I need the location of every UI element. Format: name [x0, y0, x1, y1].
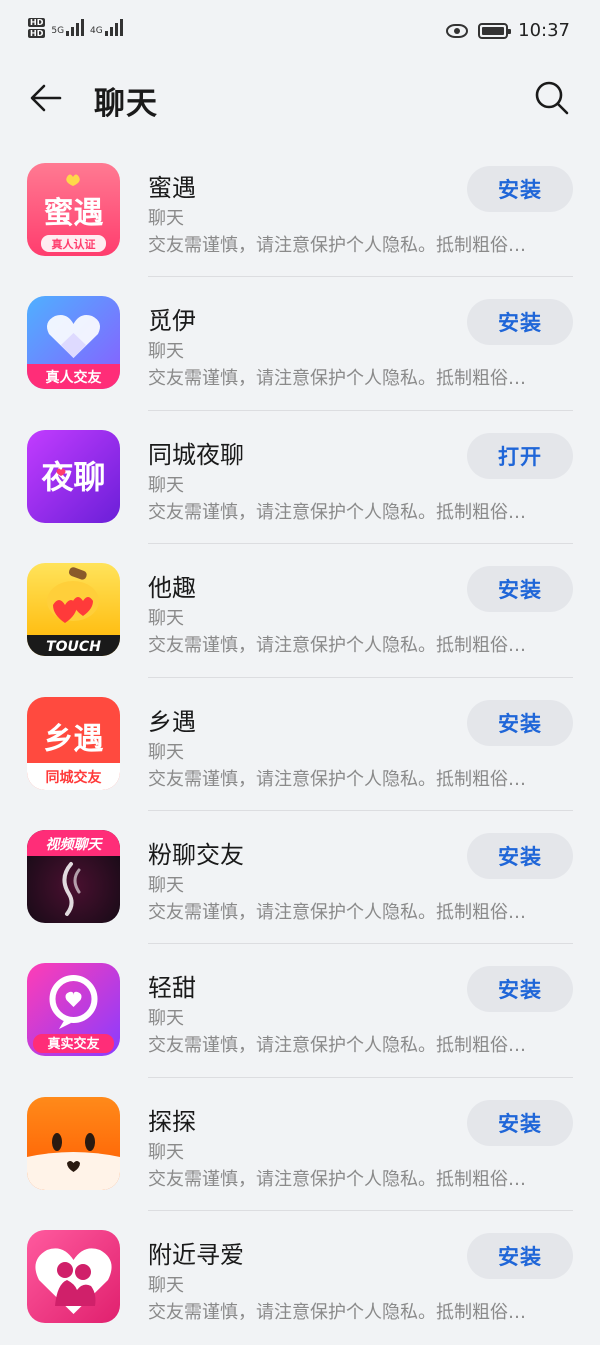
tongchengyeliao-app-icon[interactable]: 夜聊: [27, 429, 120, 523]
search-icon[interactable]: [532, 78, 572, 118]
app-row-miyi[interactable]: 真人交友 觅伊 聊天 交友需谨慎，请注意保护个人隐私。抵制粗俗… 安装: [0, 277, 600, 411]
app-name: 粉聊交友: [148, 840, 244, 869]
signal-area: HD HD 5G 4G: [28, 18, 123, 38]
app-category: 聊天: [148, 874, 184, 896]
install-button[interactable]: 安装: [467, 1099, 573, 1146]
install-button[interactable]: 安装: [467, 566, 573, 613]
install-button[interactable]: 安装: [467, 299, 573, 346]
install-button[interactable]: 安装: [467, 699, 573, 746]
app-row-fenliao[interactable]: 视频聊天 粉聊交友 聊天 交友需谨慎，请注意保护个人隐私。抵制粗俗… 安装: [0, 811, 600, 945]
xiangyu-icon-text: 乡遇: [44, 722, 104, 757]
app-row-taqu[interactable]: TOUCH 他趣 聊天 交友需谨慎，请注意保护个人隐私。抵制粗俗… 安装: [0, 544, 600, 678]
app-category: 聊天: [148, 741, 184, 763]
app-row-xiangyu[interactable]: 乡遇 同城交友 乡遇 聊天 交友需谨慎，请注意保护个人隐私。抵制粗俗… 安装: [0, 678, 600, 811]
app-category: 聊天: [148, 608, 184, 630]
app-category: 聊天: [148, 474, 184, 496]
app-description: 交友需谨慎，请注意保护个人隐私。抵制粗俗…: [148, 901, 526, 923]
app-row-fujinxunai[interactable]: 附近寻爱 聊天 交友需谨慎，请注意保护个人隐私。抵制粗俗… 安装: [0, 1211, 600, 1344]
app-category: 聊天: [148, 1141, 184, 1163]
app-name: 探探: [148, 1107, 196, 1136]
app-description: 交友需谨慎，请注意保护个人隐私。抵制粗俗…: [148, 635, 526, 657]
install-button[interactable]: 安装: [467, 1233, 573, 1280]
clock: 10:37: [518, 20, 570, 41]
header: 聊天: [0, 64, 600, 134]
back-arrow-icon[interactable]: [26, 78, 66, 118]
install-button[interactable]: 安装: [467, 966, 573, 1013]
miyi-icon-subtext: 真人交友: [46, 369, 102, 386]
signal-bars-icon: [104, 18, 123, 36]
app-description: 交友需谨慎，请注意保护个人隐私。抵制粗俗…: [148, 1168, 526, 1190]
signal-1: 5G: [51, 18, 85, 36]
page-title: 聊天: [94, 86, 158, 122]
miyu-icon-text: 蜜遇: [44, 196, 104, 231]
app-description: 交友需谨慎，请注意保护个人隐私。抵制粗俗…: [148, 1035, 526, 1057]
app-name: 同城夜聊: [148, 440, 244, 469]
install-button[interactable]: 安装: [467, 832, 573, 879]
status-bar: HD HD 5G 4G 10:37: [0, 0, 600, 64]
app-name: 乡遇: [148, 707, 196, 736]
net1-label: 5G: [51, 26, 65, 36]
xiangyu-app-icon[interactable]: 乡遇 同城交友: [27, 696, 120, 790]
sim-indicators: HD HD: [28, 18, 46, 38]
app-description: 交友需谨慎，请注意保护个人隐私。抵制粗俗…: [148, 235, 526, 256]
app-row-miyu[interactable]: 蜜遇 真人认证 蜜遇 聊天 交友需谨慎，请注意保护个人隐私。抵制粗俗… 安装: [0, 144, 600, 278]
fenliao-app-icon[interactable]: 视频聊天: [27, 829, 120, 923]
taqu-icon-text: TOUCH: [46, 639, 101, 655]
open-button[interactable]: 打开: [467, 432, 573, 479]
qingtian-app-icon[interactable]: 真实交友: [27, 963, 120, 1057]
app-name: 附近寻爱: [148, 1241, 244, 1270]
app-category: 聊天: [148, 1008, 184, 1030]
app-row-qingtian[interactable]: 真实交友 轻甜 聊天 交友需谨慎，请注意保护个人隐私。抵制粗俗… 安装: [0, 944, 600, 1078]
miyi-app-icon[interactable]: 真人交友: [27, 296, 120, 390]
app-description: 交友需谨慎，请注意保护个人隐私。抵制粗俗…: [148, 1302, 526, 1324]
app-name: 蜜遇: [148, 174, 196, 202]
app-description: 交友需谨慎，请注意保护个人隐私。抵制粗俗…: [148, 768, 526, 790]
app-description: 交友需谨慎，请注意保护个人隐私。抵制粗俗…: [148, 368, 526, 390]
xiangyu-icon-subtext: 同城交友: [46, 769, 102, 786]
app-name: 他趣: [148, 574, 196, 603]
yeliao-icon-text: 夜聊: [40, 458, 105, 496]
app-category: 聊天: [148, 341, 184, 363]
battery-icon: [478, 22, 512, 39]
app-list: 蜜遇 真人认证 蜜遇 聊天 交友需谨慎，请注意保护个人隐私。抵制粗俗… 安装 真…: [0, 144, 600, 1345]
app-row-tongchengyeliao[interactable]: 夜聊 同城夜聊 聊天 交友需谨慎，请注意保护个人隐私。抵制粗俗… 打开: [0, 411, 600, 545]
app-row-tantan[interactable]: 探探 聊天 交友需谨慎，请注意保护个人隐私。抵制粗俗… 安装: [0, 1078, 600, 1212]
eye-comfort-icon: [446, 23, 469, 38]
install-button[interactable]: 安装: [467, 166, 573, 212]
miyu-app-icon[interactable]: 蜜遇 真人认证: [27, 163, 120, 256]
miyu-icon-subtext: 真人认证: [52, 237, 96, 251]
taqu-app-icon[interactable]: TOUCH: [27, 563, 120, 657]
fenliao-icon-text: 视频聊天: [46, 836, 104, 853]
tantan-app-icon[interactable]: [27, 1096, 120, 1190]
app-category: 聊天: [148, 1275, 184, 1297]
status-right: 10:37: [446, 20, 570, 41]
app-name: 轻甜: [148, 974, 196, 1003]
signal-bars-icon: [66, 18, 85, 36]
qingtian-icon-subtext: 真实交友: [47, 1036, 99, 1052]
signal-2: 4G: [90, 18, 123, 36]
app-category: 聊天: [148, 208, 184, 229]
sim1-badge: HD: [28, 18, 46, 27]
sim2-badge: HD: [28, 29, 46, 38]
app-description: 交友需谨慎，请注意保护个人隐私。抵制粗俗…: [148, 501, 526, 523]
fujinxunai-app-icon[interactable]: [27, 1230, 120, 1324]
app-name: 觅伊: [148, 307, 196, 336]
net2-label: 4G: [90, 26, 103, 36]
